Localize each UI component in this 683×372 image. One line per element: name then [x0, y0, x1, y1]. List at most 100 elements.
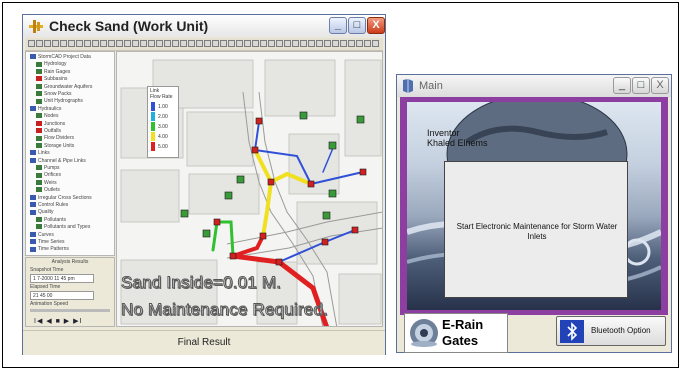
- subbasin-node[interactable]: [202, 229, 211, 238]
- toolbar-button[interactable]: [52, 40, 59, 47]
- toolbar-button[interactable]: [108, 40, 115, 47]
- maintenance-text: No Maintenance Required.: [120, 300, 329, 320]
- toolbar-button[interactable]: [324, 40, 331, 47]
- toolbar-button[interactable]: [356, 40, 363, 47]
- window-title: Check Sand (Work Unit): [49, 18, 209, 34]
- tree-item-label: Outfalls: [44, 128, 61, 134]
- toolbar-button[interactable]: [276, 40, 283, 47]
- maximize-button[interactable]: □: [348, 17, 366, 34]
- minimize-button[interactable]: _: [329, 17, 347, 34]
- elapsed-field[interactable]: 21 45 00: [30, 291, 94, 300]
- toolbar-button[interactable]: [132, 40, 139, 47]
- toolbar-button[interactable]: [268, 40, 275, 47]
- inventor-name: Khaled Elnems: [427, 138, 488, 148]
- toolbar-button[interactable]: [28, 40, 35, 47]
- tree-item-icon: [30, 157, 36, 163]
- toolbar-button[interactable]: [116, 40, 123, 47]
- subbasin-node[interactable]: [224, 191, 233, 200]
- toolbar-button[interactable]: [332, 40, 339, 47]
- toolbar-button[interactable]: [76, 40, 83, 47]
- junction-node[interactable]: [213, 218, 221, 226]
- junction-node[interactable]: [275, 258, 283, 266]
- toolbar-button[interactable]: [236, 40, 243, 47]
- close-button[interactable]: X: [651, 77, 669, 94]
- elapsed-value: 21 45 00: [33, 293, 53, 299]
- toolbar-button[interactable]: [372, 40, 379, 47]
- toolbar-button[interactable]: [60, 40, 67, 47]
- subbasin-node[interactable]: [356, 115, 365, 124]
- tree-item-icon: [36, 224, 42, 230]
- toolbar-button[interactable]: [220, 40, 227, 47]
- subbasin-node[interactable]: [236, 175, 245, 184]
- toolbar-button[interactable]: [244, 40, 251, 47]
- project-tree[interactable]: StormCAD Project Data Hydrology Rain Gages…: [25, 51, 115, 256]
- tree-item-label: Orifices: [44, 172, 61, 179]
- toolbar-button[interactable]: [188, 40, 195, 47]
- toolbar-button[interactable]: [148, 40, 155, 47]
- subbasin-node[interactable]: [328, 141, 337, 150]
- parcel: [264, 59, 336, 117]
- close-button[interactable]: X: [367, 17, 385, 34]
- toolbar-button[interactable]: [164, 40, 171, 47]
- toolbar-button[interactable]: [124, 40, 131, 47]
- minimize-button[interactable]: _: [613, 77, 631, 94]
- bluetooth-label: Bluetooth Option: [591, 326, 651, 335]
- maximize-button[interactable]: □: [632, 77, 650, 94]
- tree-item-icon: [30, 231, 36, 237]
- subbasin-node[interactable]: [322, 211, 331, 220]
- start-maintenance-button[interactable]: Start Electronic Maintenance for Storm W…: [444, 161, 628, 298]
- junction-node[interactable]: [351, 226, 359, 234]
- junction-node[interactable]: [321, 238, 329, 246]
- junction-node[interactable]: [359, 168, 367, 176]
- toolbar-button[interactable]: [172, 40, 179, 47]
- toolbar-button[interactable]: [316, 40, 323, 47]
- toolbar-button[interactable]: [84, 40, 91, 47]
- toolbar-button[interactable]: [300, 40, 307, 47]
- animation-slider[interactable]: [30, 309, 110, 312]
- toolbar-button[interactable]: [364, 40, 371, 47]
- toolbar-button[interactable]: [308, 40, 315, 47]
- toolbar-button[interactable]: [196, 40, 203, 47]
- erain-gates-logo: E-Rain Gates: [404, 313, 508, 353]
- toolbar-button[interactable]: [204, 40, 211, 47]
- erain-line1: E-Rain: [442, 317, 484, 332]
- junction-node[interactable]: [267, 178, 275, 186]
- junction-node[interactable]: [259, 232, 267, 240]
- tree-item-label: Curves: [38, 231, 54, 238]
- toolbar-button[interactable]: [228, 40, 235, 47]
- title-bar[interactable]: Main _ □ X: [397, 75, 671, 97]
- toolbar-button[interactable]: [212, 40, 219, 47]
- toolbar-button[interactable]: [140, 40, 147, 47]
- title-bar[interactable]: Check Sand (Work Unit) _ □ X: [23, 15, 385, 37]
- subbasin-node[interactable]: [328, 189, 337, 198]
- toolbar-button[interactable]: [180, 40, 187, 47]
- toolbar-button[interactable]: [36, 40, 43, 47]
- toolbar-button[interactable]: [348, 40, 355, 47]
- legend-label: 2.00: [158, 114, 168, 120]
- toolbar-button[interactable]: [292, 40, 299, 47]
- tree-item-icon: [30, 209, 36, 215]
- junction-node[interactable]: [229, 252, 237, 260]
- junction-node[interactable]: [255, 117, 263, 125]
- toolbar-button[interactable]: [260, 40, 267, 47]
- tree-item[interactable]: Time Patterns: [30, 246, 69, 254]
- inventor-label: Inventor: [427, 128, 460, 138]
- toolbar-button[interactable]: [68, 40, 75, 47]
- toolbar-button[interactable]: [92, 40, 99, 47]
- subbasin-node[interactable]: [299, 111, 308, 120]
- toolbar-button[interactable]: [100, 40, 107, 47]
- elapsed-label: Elapsed Time: [30, 284, 61, 290]
- subbasin-node[interactable]: [180, 209, 189, 218]
- erain-title: E-Rain Gates: [442, 317, 483, 349]
- toolbar-button[interactable]: [44, 40, 51, 47]
- toolbar-button[interactable]: [284, 40, 291, 47]
- tree-item-label: Outlets: [44, 187, 60, 194]
- toolbar-button[interactable]: [252, 40, 259, 47]
- bluetooth-option-button[interactable]: Bluetooth Option: [556, 316, 666, 346]
- playback-controls[interactable]: I◀ ◀ ■ ▶ ▶I: [34, 317, 82, 325]
- toolbar-button[interactable]: [340, 40, 347, 47]
- toolbar-button[interactable]: [156, 40, 163, 47]
- junction-node[interactable]: [307, 180, 315, 188]
- junction-node[interactable]: [251, 146, 259, 154]
- snapshot-field[interactable]: 1 7-2000 11 45 pm: [30, 274, 94, 283]
